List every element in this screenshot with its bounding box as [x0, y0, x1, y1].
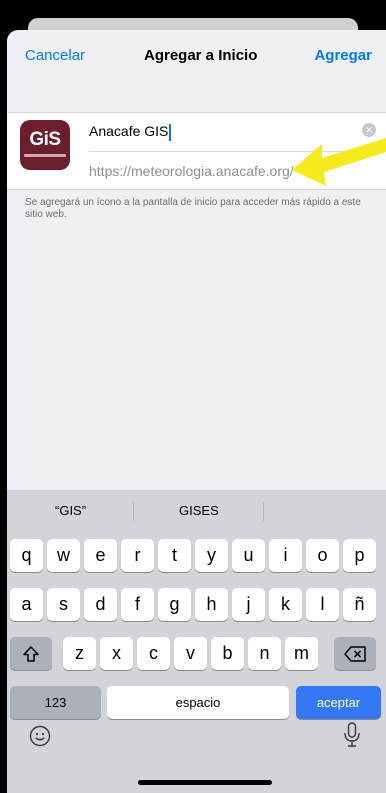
- delete-key[interactable]: [334, 637, 376, 670]
- key-s[interactable]: s: [47, 588, 80, 621]
- nav-bar: Cancelar Agregar a Inicio Agregar: [7, 30, 386, 82]
- key-t[interactable]: t: [158, 539, 191, 572]
- key-d[interactable]: d: [84, 588, 117, 621]
- key-w[interactable]: w: [47, 539, 80, 572]
- sheet-title: Agregar a Inicio: [144, 47, 258, 64]
- key-p[interactable]: p: [343, 539, 376, 572]
- app-icon-tagline-bar: [24, 154, 66, 157]
- key-x[interactable]: x: [100, 637, 133, 670]
- emoji-icon[interactable]: [29, 725, 51, 747]
- key-g[interactable]: g: [158, 588, 191, 621]
- app-icon: GiS: [20, 120, 70, 170]
- suggestion-divider: [133, 502, 134, 521]
- cancel-button[interactable]: Cancelar: [25, 47, 85, 64]
- footnote-text: Se agregará un ícono a la pantalla de in…: [25, 197, 361, 220]
- key-q[interactable]: q: [10, 539, 43, 572]
- key-v[interactable]: v: [174, 637, 207, 670]
- return-key[interactable]: aceptar: [296, 686, 381, 719]
- key-u[interactable]: u: [232, 539, 265, 572]
- suggestion-divider: [263, 502, 264, 521]
- key-m[interactable]: m: [285, 637, 318, 670]
- suggestion-item[interactable]: GISES: [179, 503, 219, 518]
- key-n-tilde[interactable]: ñ: [343, 588, 376, 621]
- space-key[interactable]: espacio: [107, 686, 289, 719]
- backspace-icon: [344, 646, 366, 662]
- key-n[interactable]: n: [248, 637, 281, 670]
- key-r[interactable]: r: [121, 539, 154, 572]
- shortcut-name-value: Anacafe GIS: [89, 123, 169, 139]
- shortcut-name-input[interactable]: Anacafe GIS: [89, 123, 172, 141]
- numbers-key[interactable]: 123: [10, 686, 101, 719]
- key-h[interactable]: h: [195, 588, 228, 621]
- key-b[interactable]: b: [211, 637, 244, 670]
- shift-key[interactable]: [10, 637, 52, 670]
- add-to-home-sheet: Cancelar Agregar a Inicio Agregar GiS An…: [7, 30, 386, 793]
- key-l[interactable]: l: [306, 588, 339, 621]
- key-e[interactable]: e: [84, 539, 117, 572]
- app-icon-logo: GiS: [29, 129, 61, 150]
- key-f[interactable]: f: [121, 588, 154, 621]
- key-o[interactable]: o: [306, 539, 339, 572]
- site-url: https://meteorologia.anacafe.org/: [89, 163, 294, 179]
- key-c[interactable]: c: [137, 637, 170, 670]
- key-k[interactable]: k: [269, 588, 302, 621]
- microphone-icon[interactable]: [343, 722, 361, 748]
- key-z[interactable]: z: [63, 637, 96, 670]
- add-button[interactable]: Agregar: [314, 47, 372, 64]
- yellow-arrow-icon: [292, 138, 386, 186]
- shift-icon: [23, 646, 39, 662]
- keyboard: “GIS” GISES q w e r t y u i o p a s d f …: [7, 490, 386, 793]
- text-cursor: [169, 123, 172, 141]
- home-indicator: [138, 780, 272, 785]
- key-a[interactable]: a: [10, 588, 43, 621]
- key-j[interactable]: j: [232, 588, 265, 621]
- key-y[interactable]: y: [195, 539, 228, 572]
- key-i[interactable]: i: [269, 539, 302, 572]
- suggestion-item[interactable]: “GIS”: [55, 503, 86, 518]
- suggestion-bar: “GIS” GISES: [7, 490, 386, 530]
